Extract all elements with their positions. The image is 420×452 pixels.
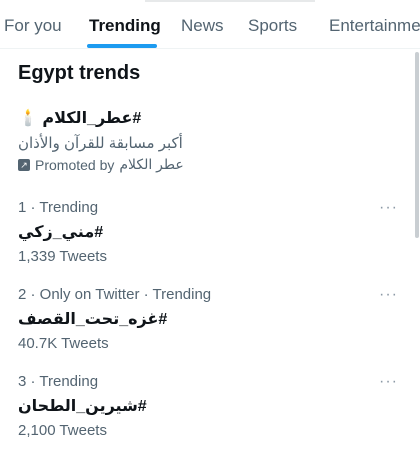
explore-tabs: For you Trending News Sports Entertainme… bbox=[0, 0, 420, 49]
trend-item-1[interactable]: 1 · Trending #مني_زكي 1,339 Tweets ··· bbox=[18, 199, 398, 265]
trend-meta: 2 · Only on Twitter · Trending bbox=[18, 286, 212, 303]
tab-entertainment[interactable]: Entertainment bbox=[329, 16, 420, 36]
promoted-hashtag: #عطر_الكلام bbox=[42, 110, 142, 127]
trend-tweet-count: 2,100 Tweets bbox=[18, 422, 107, 439]
promoted-hashtag-row: #عطر_الكلام 🕯️ bbox=[18, 108, 141, 128]
promoted-by-row: ↗ Promoted by عطر الكلام bbox=[18, 156, 398, 173]
promoted-by-name: عطر الكلام bbox=[119, 156, 184, 172]
trend-hashtag: #غزه_تحت_القصف bbox=[18, 311, 168, 328]
more-options-icon[interactable]: ··· bbox=[379, 286, 398, 304]
trend-tweet-count: 1,339 Tweets bbox=[18, 248, 107, 265]
promoted-by-label: Promoted by bbox=[35, 156, 115, 173]
trend-hashtag: #مني_زكي bbox=[18, 224, 104, 241]
tab-trending[interactable]: Trending bbox=[89, 16, 161, 36]
trend-item-3[interactable]: 3 · Trending #شيرين_الطحان 2,100 Tweets … bbox=[18, 373, 398, 439]
more-options-icon[interactable]: ··· bbox=[379, 199, 398, 217]
tab-news[interactable]: News bbox=[181, 16, 224, 36]
tab-for-you[interactable]: For you bbox=[4, 16, 62, 36]
page-title: Egypt trends bbox=[18, 62, 141, 84]
promoted-description: أكبر مسابقة للقرآن والأذان bbox=[18, 135, 183, 152]
trend-hashtag: #شيرين_الطحان bbox=[18, 398, 147, 415]
trend-meta: 1 · Trending bbox=[18, 199, 99, 216]
lantern-icon: 🕯️ bbox=[18, 110, 38, 127]
active-tab-indicator bbox=[87, 44, 157, 48]
trend-tweet-count: 40.7K Tweets bbox=[18, 335, 109, 352]
trend-meta: 3 · Trending bbox=[18, 373, 99, 390]
promoted-trend[interactable]: #عطر_الكلام 🕯️ أكبر مسابقة للقرآن والأذا… bbox=[18, 108, 398, 173]
scrollbar[interactable] bbox=[415, 52, 419, 238]
trend-item-2[interactable]: 2 · Only on Twitter · Trending #غزه_تحت_… bbox=[18, 286, 398, 352]
more-options-icon[interactable]: ··· bbox=[379, 373, 398, 391]
tab-sports[interactable]: Sports bbox=[248, 16, 297, 36]
promoted-arrow-icon: ↗ bbox=[18, 158, 30, 171]
